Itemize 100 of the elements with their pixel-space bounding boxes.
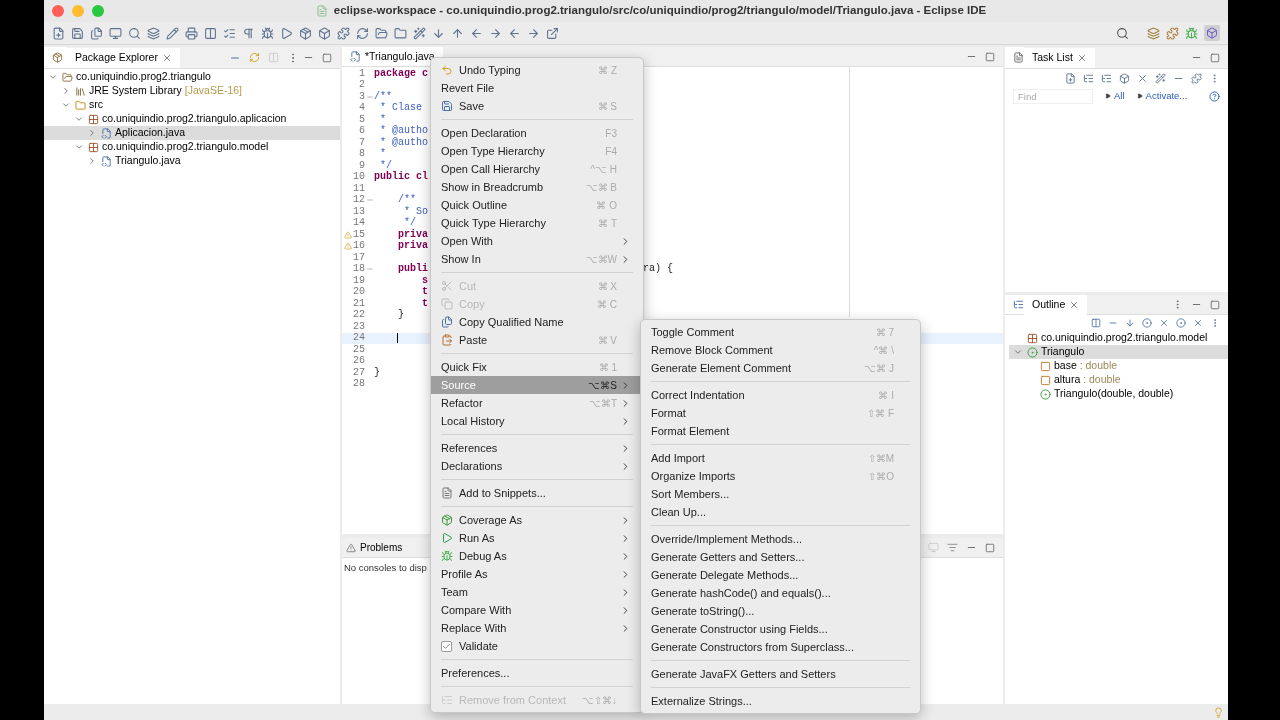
wand-icon[interactable]	[413, 26, 426, 40]
menu-item[interactable]: Generate Constructors from Superclass...	[641, 638, 920, 656]
refresh-icon[interactable]	[356, 26, 369, 40]
tree-item[interactable]: co.uniquindio.prog2.triangulo	[44, 70, 340, 84]
filter-link[interactable]: Activate...	[1145, 88, 1188, 104]
save-icon[interactable]	[71, 26, 84, 40]
tree-item[interactable]: Triangulo	[1009, 345, 1228, 359]
tree-item[interactable]: src	[44, 98, 340, 112]
menu-item[interactable]: Format ⇧⌘ F	[641, 404, 920, 422]
maximize-icon[interactable]	[1210, 299, 1220, 310]
printer-icon[interactable]	[185, 26, 198, 40]
menu-item[interactable]: Organize Imports ⇧⌘O	[641, 467, 920, 485]
tree-icon[interactable]	[1083, 72, 1094, 84]
arrow-left-icon[interactable]	[470, 26, 483, 40]
maximize-icon[interactable]	[322, 52, 332, 63]
menu-item[interactable]: Show in Breadcrumb ⌥⌘ B	[431, 178, 643, 196]
tree-item[interactable]: co.uniquindio.prog2.triangulo.model	[1009, 331, 1228, 345]
chevron-right-icon[interactable]	[87, 128, 97, 138]
menu-item[interactable]: Open Type Hierarchy F4	[431, 142, 643, 160]
menu-item[interactable]: Open Declaration F3	[431, 124, 643, 142]
menu-item[interactable]: Show In ⌥⌘W	[431, 250, 643, 268]
arrow-up-icon[interactable]	[451, 26, 464, 40]
menu-item[interactable]: Revert File	[431, 79, 643, 97]
menu-item[interactable]: Debug As	[431, 547, 643, 565]
menu-item[interactable]: Quick Type Hierarchy ⌘ T	[431, 214, 643, 232]
bug-icon[interactable]	[1185, 26, 1198, 40]
folder-icon[interactable]	[394, 26, 407, 40]
menu-item[interactable]: Quick Fix ⌘ 1	[431, 358, 643, 376]
menu-item[interactable]: Compare With	[431, 601, 643, 619]
arrow-right-icon[interactable]	[489, 26, 502, 40]
filter-link[interactable]: All	[1114, 88, 1125, 104]
new-file-icon[interactable]	[52, 26, 65, 40]
menu-item[interactable]: Paste ⌘ V	[431, 331, 643, 349]
menu-item[interactable]: Correct Indentation ⌘ I	[641, 386, 920, 404]
tree-item[interactable]: co.uniquindio.prog2.triangulo.aplicacion	[44, 112, 340, 126]
close-window-button[interactable]	[52, 5, 64, 17]
close-icon[interactable]	[1137, 72, 1148, 84]
menu-item[interactable]: Declarations	[431, 457, 643, 475]
menu-item[interactable]: Remove Block Comment ^⌘ \	[641, 341, 920, 359]
view-tab[interactable]: Outline	[1024, 294, 1088, 315]
menu-item[interactable]: Format Element	[641, 422, 920, 440]
external-link-icon[interactable]	[546, 26, 559, 40]
columns-icon[interactable]	[204, 26, 217, 40]
checkbox[interactable]	[441, 640, 452, 652]
menu-item[interactable]: Generate Delegate Methods...	[641, 566, 920, 584]
chevron-down-icon[interactable]	[1013, 347, 1023, 357]
close-icon[interactable]	[1069, 299, 1080, 310]
menu-item[interactable]: Override/Implement Methods...	[641, 530, 920, 548]
arrow-left-icon[interactable]	[508, 26, 521, 40]
puzzle-icon[interactable]	[337, 26, 350, 40]
tree-item[interactable]: altura : double	[1009, 373, 1228, 387]
close-icon[interactable]	[1076, 52, 1087, 63]
menu-item[interactable]: Generate hashCode() and equals()...	[641, 584, 920, 602]
menu-item[interactable]: Preferences...	[431, 664, 643, 682]
wand-icon[interactable]	[1155, 72, 1166, 84]
tree-item[interactable]: Triangulo(double, double)	[1009, 387, 1228, 401]
monitor-icon[interactable]	[109, 26, 122, 40]
new-task-icon[interactable]	[1065, 72, 1076, 84]
menu-item[interactable]: Add Import ⇧⌘M	[641, 449, 920, 467]
menu-item[interactable]: Generate Element Comment ⌥⌘ J	[641, 359, 920, 377]
view-tab[interactable]: Package Explorer	[67, 47, 180, 68]
menu-item[interactable]: Team	[431, 583, 643, 601]
menu-item[interactable]: Generate Getters and Setters...	[641, 548, 920, 566]
find-field[interactable]: Find	[1013, 88, 1093, 104]
maximize-icon[interactable]	[1210, 52, 1220, 63]
menu-item[interactable]: Toggle Comment ⌘ 7	[641, 323, 920, 341]
menu-item[interactable]: Quick Outline ⌘ O	[431, 196, 643, 214]
menu-item[interactable]: Replace With	[431, 619, 643, 637]
tree-item[interactable]: Triangulo.java	[44, 154, 340, 168]
help-icon[interactable]	[1209, 90, 1220, 102]
box-icon[interactable]	[1119, 72, 1130, 84]
view-tab[interactable]: Problems	[342, 538, 407, 557]
menu-item[interactable]: Externalize Strings...	[641, 692, 920, 710]
java-perspective-button[interactable]	[1204, 25, 1220, 41]
puzzle-icon[interactable]	[1191, 72, 1202, 84]
list-icon[interactable]	[223, 26, 236, 40]
menu-item[interactable]: Coverage As	[431, 511, 643, 529]
dot-icon[interactable]	[1176, 318, 1186, 328]
menu-item[interactable]: References	[431, 439, 643, 457]
bug-icon[interactable]	[261, 26, 274, 40]
menu-item[interactable]: Generate JavaFX Getters and Setters	[641, 665, 920, 683]
layers-icon[interactable]	[147, 26, 160, 40]
menu-item[interactable]: Generate toString()...	[641, 602, 920, 620]
menu-item[interactable]: Validate	[431, 637, 643, 655]
tree-item[interactable]: co.uniquindio.prog2.triangulo.model	[44, 140, 340, 154]
package-icon[interactable]	[299, 26, 312, 40]
box-icon[interactable]	[318, 26, 331, 40]
pencil-icon[interactable]	[166, 26, 179, 40]
search-icon[interactable]	[128, 26, 141, 40]
tree-icon[interactable]	[1101, 72, 1112, 84]
menu-item[interactable]: Add to Snippets...	[431, 484, 643, 502]
tree-item[interactable]: JRE System Library [JavaSE-16]	[44, 84, 340, 98]
search-icon[interactable]	[1116, 26, 1129, 40]
view-tab[interactable]: Task List	[1024, 47, 1095, 68]
menu-item[interactable]: Run As	[431, 529, 643, 547]
arrow-down-icon[interactable]	[432, 26, 445, 40]
maximize-icon[interactable]	[985, 51, 995, 62]
menu-item[interactable]: Profile As	[431, 565, 643, 583]
zoom-window-button[interactable]	[92, 5, 104, 17]
sort-icon[interactable]	[1125, 318, 1135, 328]
